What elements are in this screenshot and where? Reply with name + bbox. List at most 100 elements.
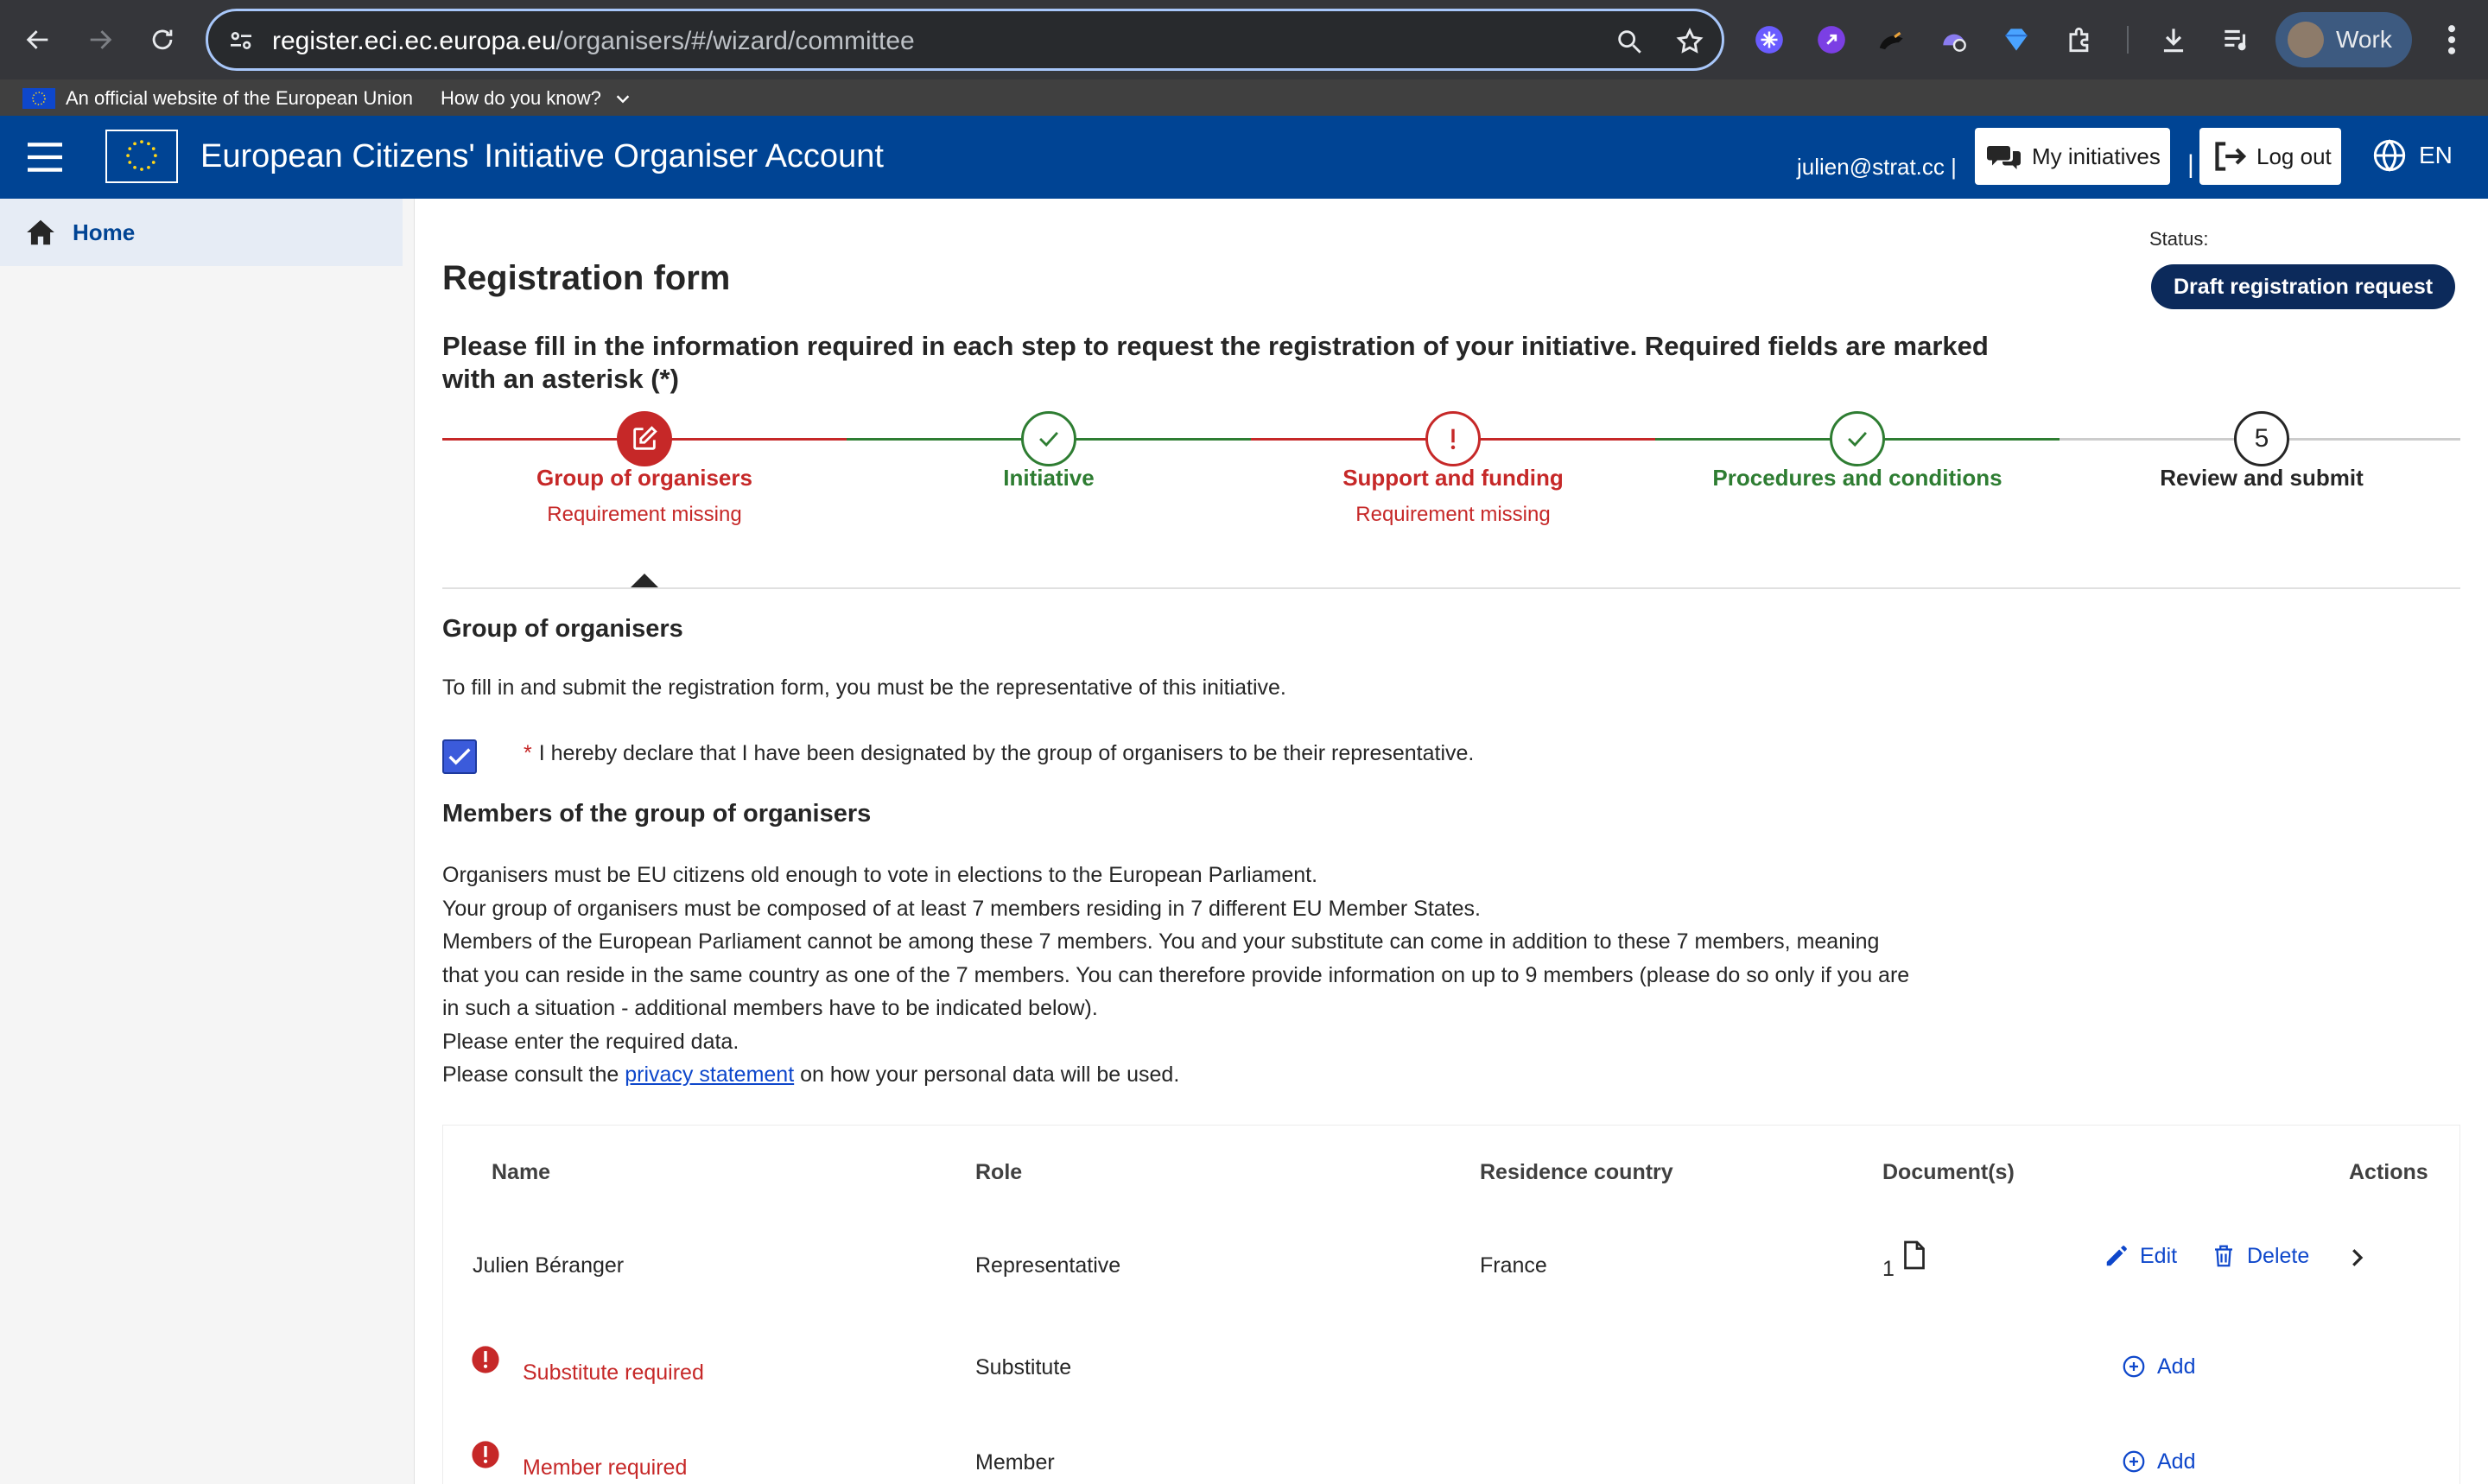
members-line-3b: that you can reside in the same country …	[442, 962, 1910, 987]
my-initiatives-label: My initiatives	[2032, 143, 2161, 169]
eu-official-text: An official website of the European Unio…	[66, 87, 413, 109]
exclamation-icon	[1450, 428, 1456, 450]
declaration-label[interactable]: * I hereby declare that I have been desig…	[524, 741, 1474, 766]
members-line-3c: in such a situation - additional members…	[442, 996, 1098, 1020]
form-instructions: Please fill in the information required …	[442, 331, 1989, 394]
media-controls-icon[interactable]	[2218, 22, 2253, 57]
delete-label: Delete	[2247, 1243, 2310, 1268]
extension-1-icon[interactable]	[1752, 22, 1787, 57]
column-header-country: Residence country	[1480, 1160, 1673, 1184]
add-member-button[interactable]: Add	[2121, 1449, 2195, 1474]
declaration-text: I hereby declare that I have been design…	[538, 741, 1475, 765]
extension-5-icon[interactable]	[1999, 22, 2034, 57]
step-4-circle[interactable]	[1830, 411, 1885, 466]
delete-button[interactable]: Delete	[2211, 1243, 2309, 1269]
column-header-role: Role	[975, 1160, 1023, 1184]
bookmark-star-icon[interactable]	[1675, 27, 1704, 56]
download-icon[interactable]	[2156, 22, 2191, 57]
privacy-statement-link[interactable]: privacy statement	[625, 1062, 794, 1087]
menu-icon[interactable]	[26, 140, 64, 174]
globe-icon	[2373, 139, 2406, 172]
members-line-2: Your group of organisers must be compose…	[442, 896, 1482, 921]
status-label: Status:	[2149, 228, 2209, 250]
member-role: Representative	[975, 1253, 1121, 1278]
eu-official-banner: An official website of the European Unio…	[0, 79, 2488, 116]
browser-toolbar: register.eci.ec.europa.eu/organisers/#/w…	[0, 0, 2488, 79]
chat-bubbles-icon	[1987, 146, 2021, 169]
declaration-checkbox[interactable]	[442, 739, 477, 774]
my-initiatives-button[interactable]: My initiatives	[1975, 128, 2170, 185]
language-selector[interactable]: EN	[2372, 138, 2453, 173]
privacy-pre-text: Please consult the	[442, 1062, 619, 1087]
sidebar: Home	[0, 199, 415, 1484]
logout-label: Log out	[2256, 143, 2332, 169]
reload-icon[interactable]	[140, 17, 185, 62]
privacy-post-text: on how your personal data will be used.	[800, 1062, 1180, 1087]
members-description: Organisers must be EU citizens old enoug…	[442, 859, 2015, 1092]
pencil-icon	[2106, 1246, 2127, 1266]
sidebar-item-home[interactable]: Home	[0, 199, 403, 266]
header-separator: |	[2187, 150, 2194, 179]
member-required-text: Member required	[523, 1455, 688, 1480]
user-email: julien@strat.cc |	[1797, 154, 1957, 180]
site-info-icon[interactable]	[227, 27, 255, 54]
member-role: Member	[975, 1450, 1055, 1474]
active-step-indicator	[631, 574, 658, 587]
forward-icon[interactable]	[78, 17, 123, 62]
trash-icon	[2215, 1245, 2232, 1267]
logout-button[interactable]: Log out	[2199, 128, 2341, 185]
status-badge: Draft registration request	[2151, 264, 2456, 309]
step-1-circle[interactable]	[617, 411, 672, 466]
step-2-circle[interactable]	[1021, 411, 1076, 466]
members-line-1: Organisers must be EU citizens old enoug…	[442, 863, 1318, 887]
home-icon	[27, 219, 54, 245]
column-header-name: Name	[492, 1160, 551, 1184]
app-header: European Citizens' Initiative Organiser …	[0, 116, 2488, 199]
browser-menu-icon[interactable]	[2436, 21, 2467, 59]
edit-button[interactable]: Edit	[2104, 1243, 2177, 1269]
step-2-label[interactable]: Initiative	[847, 465, 1251, 491]
add-circle-icon	[2123, 1355, 2145, 1378]
member-country: France	[1480, 1253, 1547, 1278]
extension-4-icon[interactable]	[1937, 22, 1971, 57]
members-line-4: Please enter the required data.	[442, 1029, 739, 1054]
zoom-icon[interactable]	[1615, 27, 1644, 56]
step-5-circle[interactable]: 5	[2234, 411, 2289, 466]
divider	[442, 587, 2460, 589]
add-label: Add	[2157, 1449, 2196, 1474]
back-icon[interactable]	[16, 17, 60, 62]
url-text[interactable]: register.eci.ec.europa.eu/organisers/#/w…	[272, 27, 915, 56]
members-line-5: Please consult the privacy statement on …	[442, 1058, 2015, 1092]
sidebar-item-label: Home	[73, 219, 136, 245]
address-bar[interactable]: register.eci.ec.europa.eu/organisers/#/w…	[206, 9, 1724, 71]
extension-3-icon[interactable]	[1875, 22, 1909, 57]
check-icon	[1848, 431, 1867, 447]
step-3-label[interactable]: Support and funding	[1251, 465, 1655, 491]
step-5-number: 5	[2254, 424, 2269, 453]
step-1-label[interactable]: Group of organisers	[442, 465, 847, 491]
checkmark-icon	[448, 748, 471, 765]
chevron-down-icon[interactable]	[613, 89, 632, 108]
language-label: EN	[2419, 142, 2453, 168]
extensions-puzzle-icon[interactable]	[2063, 22, 2098, 57]
extension-2-icon[interactable]	[1814, 22, 1849, 57]
document-icon[interactable]	[1901, 1240, 1927, 1271]
add-substitute-button[interactable]: Add	[2121, 1354, 2195, 1379]
step-4-label[interactable]: Procedures and conditions	[1655, 465, 2060, 491]
how-do-you-know-link[interactable]: How do you know?	[441, 87, 601, 110]
step-5-label[interactable]: Review and submit	[2060, 465, 2464, 491]
members-table: Name Role Residence country Document(s) …	[442, 1125, 2460, 1484]
error-icon	[472, 1441, 499, 1468]
step-connector	[644, 438, 847, 441]
chevron-right-icon[interactable]	[2344, 1245, 2370, 1271]
toolbar-divider	[2127, 26, 2129, 54]
profile-button[interactable]: Work	[2275, 12, 2412, 67]
members-section-heading: Members of the group of organisers	[442, 800, 872, 828]
document-count: 1	[1882, 1257, 1895, 1281]
eu-logo[interactable]	[105, 130, 178, 183]
substitute-required-text: Substitute required	[523, 1360, 704, 1385]
column-header-documents: Document(s)	[1882, 1160, 2015, 1184]
wizard-stepper: Group of organisers Requirement missing …	[442, 411, 2460, 530]
members-line-3a: Members of the European Parliament canno…	[442, 929, 1880, 954]
step-3-circle[interactable]	[1425, 411, 1481, 466]
